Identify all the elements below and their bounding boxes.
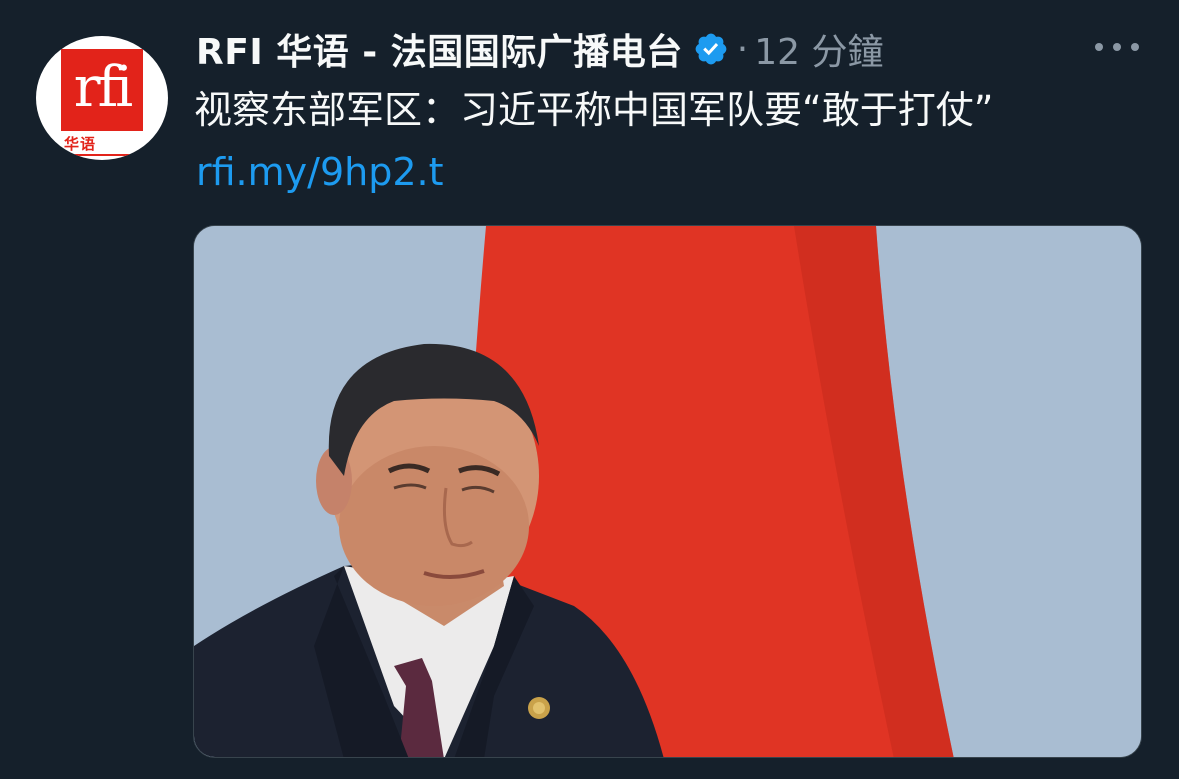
- header-separator: ·: [736, 28, 749, 70]
- more-dot: [1113, 43, 1121, 51]
- display-name[interactable]: RFI 华语 - 法国国际广播电台: [196, 23, 683, 75]
- more-dot: [1095, 43, 1103, 51]
- logo-letters: rfi: [73, 55, 133, 120]
- more-horizontal-icon[interactable]: [1095, 40, 1139, 54]
- tweet-card[interactable]: rfi 华语 RFI 华语 - 法国国际广播电台 · 12 分鐘 视察东部军区：…: [0, 0, 1179, 779]
- logo-divider: [61, 154, 143, 156]
- avatar[interactable]: rfi 华语: [36, 36, 168, 160]
- more-dot: [1131, 43, 1139, 51]
- tweet-timestamp[interactable]: 12 分鐘: [754, 23, 883, 75]
- tweet-text: 视察东部军区：习近平称中国军队要“敢于打仗”: [194, 88, 994, 132]
- tweet-media-photo[interactable]: [193, 225, 1142, 758]
- news-photo: [194, 226, 1141, 757]
- rfi-logo: rfi: [61, 49, 143, 131]
- verified-badge-icon[interactable]: [693, 31, 729, 67]
- tweet-link[interactable]: rfi.my/9hp2.t: [196, 146, 443, 198]
- tweet-header: RFI 华语 - 法国国际广播电台 · 12 分鐘: [196, 24, 883, 74]
- logo-subtitle: 华语: [64, 135, 97, 153]
